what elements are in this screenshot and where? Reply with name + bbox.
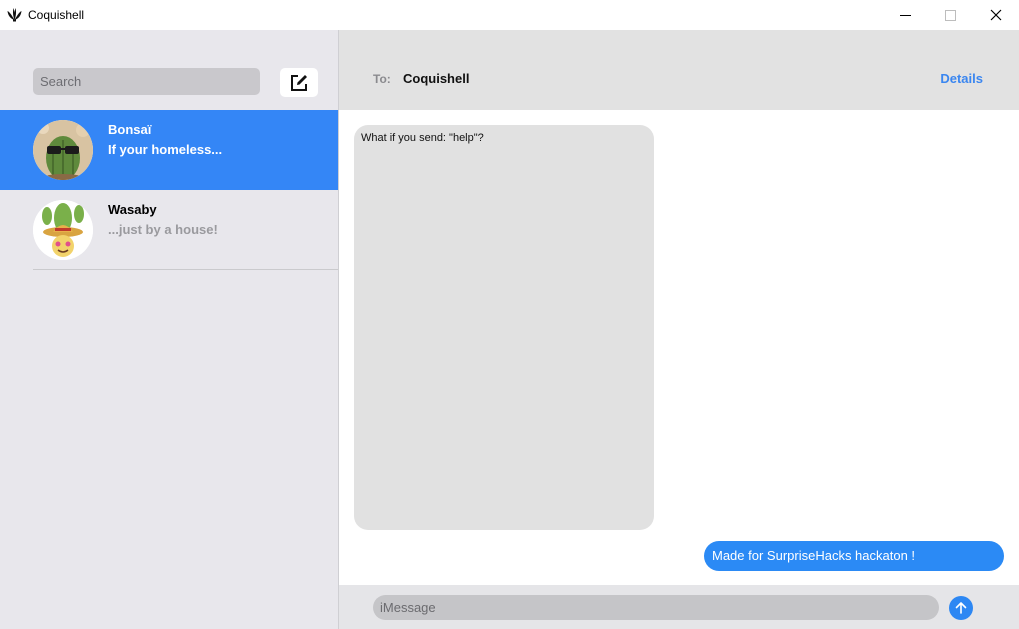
recipient-name: Coquishell xyxy=(403,71,470,86)
to-label: To: xyxy=(373,72,391,86)
incoming-message-bubble: What if you send: "help"? xyxy=(354,125,654,530)
conversation-name: Wasaby xyxy=(108,202,157,217)
conversation-item-wasaby[interactable]: Wasaby ...just by a house! xyxy=(0,190,338,270)
minimize-button[interactable] xyxy=(882,0,928,30)
divider xyxy=(33,269,338,270)
title-bar: Coquishell xyxy=(0,0,1019,30)
compose-button[interactable] xyxy=(280,68,318,97)
coquishell-shell-icon xyxy=(7,8,22,22)
conversation-preview: ...just by a house! xyxy=(108,222,218,237)
sidebar: Search Bonsaï If your homeless... Wasaby… xyxy=(0,30,339,629)
cactus-with-sombrero-avatar xyxy=(33,200,93,260)
window-title: Coquishell xyxy=(28,8,85,22)
message-composer: iMessage xyxy=(339,585,1019,629)
outgoing-message-bubble: Made for SurpriseHacks hackaton ! xyxy=(704,541,1004,571)
conversation-item-bonsai[interactable]: Bonsaï If your homeless... xyxy=(0,110,338,190)
send-arrow-icon xyxy=(955,602,967,614)
chat-panel: To: Coquishell Details What if you send:… xyxy=(339,30,1019,629)
conversation-name: Bonsaï xyxy=(108,122,152,137)
details-link[interactable]: Details xyxy=(940,71,983,86)
chat-header: To: Coquishell Details xyxy=(339,30,1019,110)
conversation-list: Bonsaï If your homeless... Wasaby ...jus… xyxy=(0,110,338,270)
compose-icon xyxy=(291,74,307,91)
search-input[interactable]: Search xyxy=(33,68,260,95)
send-button[interactable] xyxy=(949,596,973,620)
maximize-button[interactable] xyxy=(927,0,973,30)
close-icon xyxy=(990,9,1002,21)
close-button[interactable] xyxy=(973,0,1019,30)
maximize-icon xyxy=(944,9,956,21)
minimize-icon xyxy=(899,14,911,16)
message-input[interactable]: iMessage xyxy=(373,595,939,620)
cactus-with-sunglasses-avatar xyxy=(33,120,93,180)
conversation-preview: If your homeless... xyxy=(108,142,223,157)
